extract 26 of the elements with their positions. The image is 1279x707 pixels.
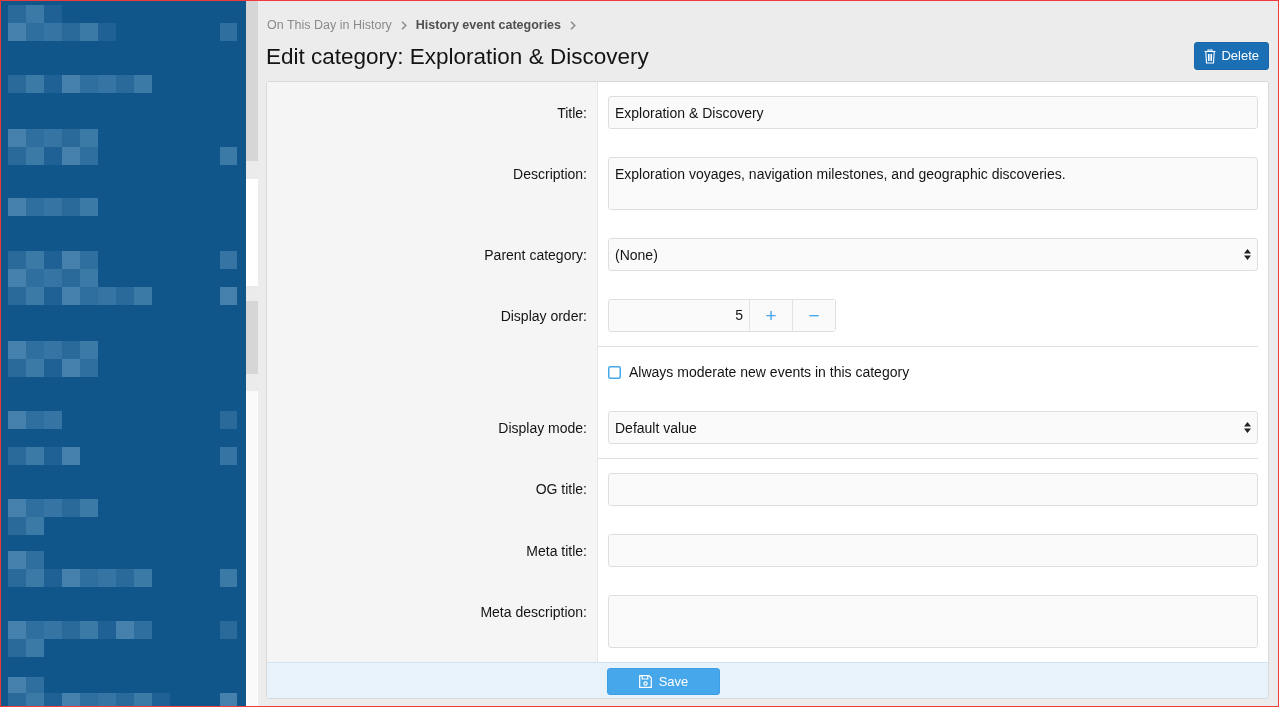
text-input[interactable] bbox=[608, 473, 1258, 506]
select-field[interactable]: (None) bbox=[608, 238, 1258, 271]
field-label: Description: bbox=[513, 166, 587, 182]
sort-arrows-icon bbox=[1244, 422, 1251, 433]
field-label: Meta description: bbox=[480, 604, 587, 620]
page-title: Edit category: Exploration & Discovery bbox=[266, 42, 649, 70]
floppy-disk-icon bbox=[638, 675, 652, 688]
field-label: Display mode: bbox=[498, 420, 587, 436]
textarea-field[interactable]: Exploration voyages, navigation milestones, and geographic discoveries. bbox=[608, 157, 1258, 210]
field-label: Display order: bbox=[500, 308, 587, 324]
checkbox[interactable] bbox=[608, 365, 621, 379]
field-label: Meta title: bbox=[526, 543, 587, 559]
checkbox-label: Always moderate new events in this category bbox=[629, 362, 910, 382]
trash-icon bbox=[1204, 48, 1217, 64]
field-label: Parent category: bbox=[484, 247, 587, 263]
textarea-field[interactable] bbox=[608, 595, 1258, 648]
delete-button[interactable]: Delete bbox=[1194, 42, 1269, 70]
chevron-right-icon bbox=[570, 20, 576, 30]
sort-arrows-icon bbox=[1244, 249, 1251, 260]
chevron-right-icon bbox=[400, 20, 407, 30]
field-label: OG title: bbox=[535, 481, 587, 497]
select-field[interactable]: Default value bbox=[608, 411, 1258, 444]
breadcrumb-link[interactable]: History event categories bbox=[415, 15, 561, 35]
text-input[interactable] bbox=[608, 534, 1258, 567]
text-input[interactable]: Exploration & Discovery bbox=[608, 96, 1258, 129]
field-label: Title: bbox=[557, 105, 587, 121]
